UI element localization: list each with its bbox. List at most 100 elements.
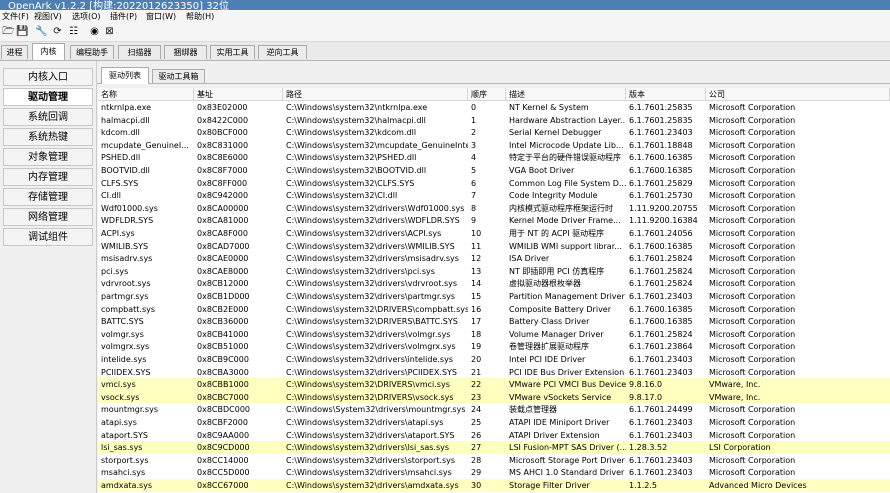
cell-base: 0x8CB41000 [197, 329, 249, 339]
cell-desc: ATAPI Driver Extension [509, 430, 600, 440]
table-row[interactable]: ntkrnlpa.exe 0x83E02000 C:\Windows\system3… [98, 101, 890, 114]
sidebar-item-5[interactable]: 内存管理 [3, 168, 93, 186]
table-row[interactable]: lsi_sas.sys 0x8C9CD000 C:\Windows\system32… [98, 441, 890, 454]
save-icon[interactable]: 💾 [16, 25, 29, 38]
column-header[interactable]: 公司 [706, 88, 890, 100]
tab-main-3[interactable]: 扫描器 [118, 45, 161, 59]
sidebar-item-7[interactable]: 网络管理 [3, 208, 93, 226]
table-row[interactable]: partmgr.sys 0x8CB1D000 C:\Windows\system32… [98, 290, 890, 303]
wrench-icon[interactable]: 🔧 [35, 25, 48, 38]
table-row[interactable]: volmgrx.sys 0x8CB51000 C:\Windows\system32… [98, 340, 890, 353]
column-header[interactable]: 名称 [98, 88, 194, 100]
tab-main-5[interactable]: 实用工具 [210, 45, 255, 59]
cell-desc: Composite Battery Driver [509, 304, 612, 314]
tab-sub-0[interactable]: 驱动列表 [101, 67, 149, 84]
cell-name: storport.sys [101, 455, 149, 465]
cell-base: 0x8C8FF000 [197, 178, 248, 188]
cell-desc: VMware vSockets Service [509, 392, 612, 402]
column-header[interactable]: 顺序 [468, 88, 506, 100]
cell-name: atapi.sys [101, 418, 137, 427]
table-row[interactable]: BATTC.SYS 0x8CB36000 C:\Windows\system32\D… [98, 315, 890, 328]
cell-name: WDFLDR.SYS [101, 216, 154, 226]
table-row[interactable]: BOOTVID.dll 0x8C8F7000 C:\Windows\system32… [98, 164, 890, 177]
table-row[interactable]: CI.dll 0x8C942000 C:\Windows\system32\CI.d… [98, 189, 890, 202]
cell-order: 29 [471, 468, 482, 478]
table-row[interactable]: msahci.sys 0x8CC5D000 C:\Windows\system32\… [98, 466, 890, 479]
table-row[interactable]: ACPI.sys 0x8CA8F000 C:\Windows\system32\dr… [98, 227, 890, 240]
tab-main-1[interactable]: 内核 [32, 43, 65, 60]
menu-item[interactable]: 文件(F) [2, 11, 29, 22]
sidebar-item-6[interactable]: 存储管理 [3, 188, 93, 206]
open-folder-icon[interactable]: 🗁 [2, 25, 15, 38]
table-row[interactable]: CLFS.SYS 0x8C8FF000 C:\Windows\system32\CL… [98, 177, 890, 190]
cell-ver: 6.1.7601.24056 [629, 229, 693, 238]
cell-desc: Storage Filter Driver [509, 481, 590, 490]
cell-base: 0x8CBB1000 [197, 380, 249, 390]
column-header[interactable]: 版本 [626, 88, 706, 100]
table-row[interactable]: pci.sys 0x8CAE8000 C:\Windows\system32\dri… [98, 265, 890, 278]
table-row[interactable]: amdxata.sys 0x8CC67000 C:\Windows\system32… [98, 479, 890, 492]
table-row[interactable]: storport.sys 0x8CC14000 C:\Windows\system3… [98, 454, 890, 467]
cell-order: 19 [471, 342, 482, 352]
sidebar-item-8[interactable]: 调试组件 [3, 228, 93, 246]
table-row[interactable]: vdrvroot.sys 0x8CB12000 C:\Windows\system3… [98, 277, 890, 290]
close-icon[interactable]: ⊠ [103, 25, 116, 38]
cell-desc: Intel Microcode Update Lib... [509, 140, 624, 150]
cell-name: volmgr.sys [101, 329, 144, 339]
cell-desc: VMware PCI VMCI Bus Device [509, 380, 626, 390]
menu-item[interactable]: 帮助(H) [186, 11, 214, 22]
main-tab-bar: 进程 内核 编程助手 扫描器 捆绑器 实用工具 逆向工具 [0, 42, 890, 61]
cell-path: C:\Windows\system32\drivers\WMILIB.SYS [286, 241, 455, 251]
cell-name: msisadrv.sys [101, 254, 153, 264]
tab-main-4[interactable]: 捆绑器 [164, 45, 207, 59]
cell-order: 26 [471, 430, 482, 440]
table-row[interactable]: intelide.sys 0x8CB9C000 C:\Windows\system3… [98, 353, 890, 366]
cell-ver: 6.1.7601.25730 [629, 191, 693, 201]
table-row[interactable]: compbatt.sys 0x8CB2E000 C:\Windows\system3… [98, 303, 890, 316]
menu-item[interactable]: 窗口(W) [146, 11, 176, 22]
table-row[interactable]: PCIIDEX.SYS 0x8CBA3000 C:\Windows\system32… [98, 366, 890, 379]
tab-sub-1[interactable]: 驱动工具箱 [152, 69, 205, 83]
grid-icon[interactable]: ☷ [67, 25, 80, 38]
table-row[interactable]: PSHED.dll 0x8C8E6000 C:\Windows\system32\P… [98, 151, 890, 164]
tab-main-0[interactable]: 进程 [1, 45, 28, 59]
table-row[interactable]: WDFLDR.SYS 0x8CA81000 C:\Windows\system32\… [98, 214, 890, 227]
table-row[interactable]: mountmgr.sys 0x8CBDC000 C:\Windows\System3… [98, 403, 890, 416]
cell-base: 0x8CBF2000 [197, 418, 248, 427]
cell-ver: 6.1.7601.23403 [629, 455, 693, 465]
cell-company: Microsoft Corporation [709, 254, 796, 264]
table-row[interactable]: kdcom.dll 0x80BCF000 C:\Windows\system32\k… [98, 126, 890, 139]
menu-item[interactable]: 选项(O) [72, 11, 101, 22]
tab-main-6[interactable]: 逆向工具 [258, 45, 307, 59]
cell-base: 0x8CA81000 [197, 216, 249, 226]
table-row[interactable]: halmacpi.dll 0x8422C000 C:\Windows\system3… [98, 114, 890, 127]
table-row[interactable]: atapi.sys 0x8CBF2000 C:\Windows\system32\d… [98, 416, 890, 429]
table-row[interactable]: vmci.sys 0x8CBB1000 C:\Windows\system32\DR… [98, 378, 890, 391]
sidebar-item-3[interactable]: 系统热键 [3, 128, 93, 146]
cell-ver: 9.8.17.0 [629, 392, 663, 402]
table-row[interactable]: volmgr.sys 0x8CB41000 C:\Windows\system32\… [98, 328, 890, 341]
table-row[interactable]: WMILIB.SYS 0x8CAD7000 C:\Windows\system32\… [98, 240, 890, 253]
column-header[interactable]: 路径 [283, 88, 468, 100]
record-icon[interactable]: ◉ [88, 25, 101, 38]
menu-item[interactable]: 视图(V) [34, 11, 62, 22]
table-row[interactable]: ataport.SYS 0x8C9AA000 C:\Windows\system32… [98, 429, 890, 442]
table-row[interactable]: mcupdate_GenuineI... 0x8C831000 C:\Windows… [98, 139, 890, 152]
menu-item[interactable]: 插件(P) [110, 11, 137, 22]
table-row[interactable]: vsock.sys 0x8CBC7000 C:\Windows\system32\D… [98, 390, 890, 404]
sidebar-item-4[interactable]: 对象管理 [3, 148, 93, 166]
cell-order: 3 [471, 140, 477, 150]
cell-name: CLFS.SYS [101, 178, 139, 188]
cell-order: 30 [471, 481, 482, 490]
column-header[interactable]: 描述 [506, 88, 626, 100]
tab-main-2[interactable]: 编程助手 [70, 45, 114, 59]
sidebar-item-1[interactable]: 驱动管理 [3, 88, 93, 106]
table-row[interactable]: Wdf01000.sys 0x8CA00000 C:\Windows\system3… [98, 202, 890, 215]
column-header[interactable]: 基址 [194, 88, 283, 100]
sidebar-item-2[interactable]: 系统回调 [3, 108, 93, 126]
table-row[interactable]: msisadrv.sys 0x8CAE0000 C:\Windows\system3… [98, 252, 890, 265]
cell-ver: 6.1.7600.16385 [629, 166, 693, 175]
refresh-icon[interactable]: ⟳ [51, 25, 64, 38]
sidebar-item-0[interactable]: 内核入口 [3, 68, 93, 86]
cell-path: C:\Windows\system32\drivers\ACPI.sys [286, 229, 442, 238]
